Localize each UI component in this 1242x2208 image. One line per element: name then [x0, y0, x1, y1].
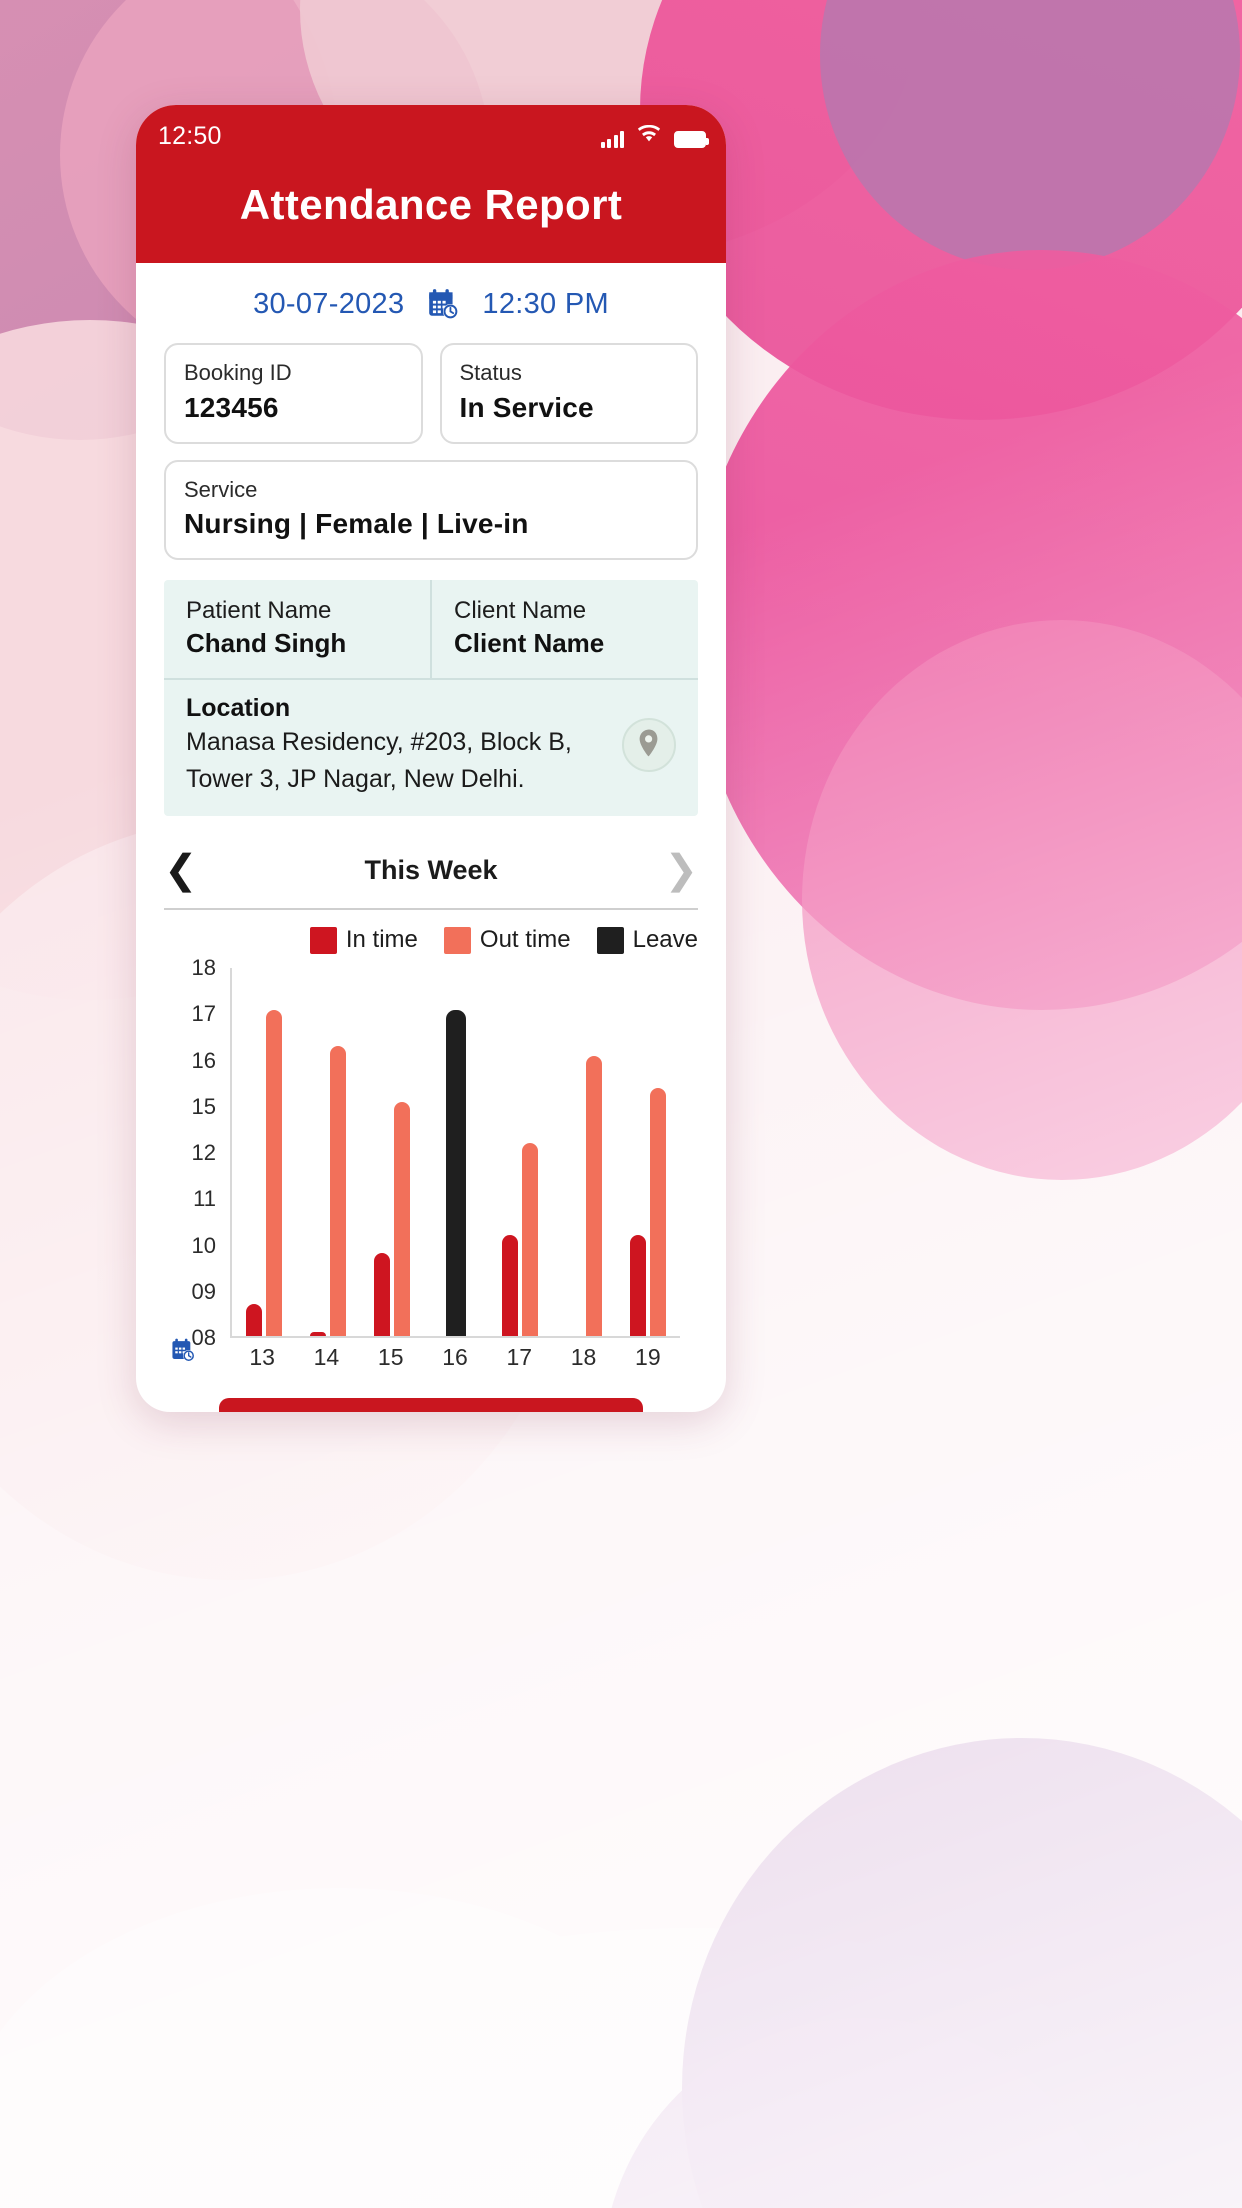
- status-bar: 12:50: [136, 105, 726, 167]
- actions-area: RECORD ATTENDANCE BACK: [164, 1372, 698, 1412]
- chart-bar-out-time: [266, 1009, 282, 1337]
- client-name-cell: Client Name Client Name: [430, 580, 698, 679]
- chart-bar-in-time: [310, 1331, 326, 1337]
- status-value: In Service: [459, 391, 594, 423]
- chart-bar-group: [424, 968, 488, 1337]
- week-label: This Week: [364, 854, 498, 885]
- chart-bar-group: [296, 968, 360, 1337]
- y-axis-tick: 12: [191, 1140, 216, 1166]
- chevron-right-icon[interactable]: ❯: [664, 850, 698, 890]
- legend-swatch: [596, 926, 624, 954]
- wifi-icon: [637, 124, 661, 148]
- status-card: Status In Service: [439, 343, 698, 444]
- page-title: Attendance Report: [239, 181, 623, 228]
- y-axis-tick: 18: [191, 955, 216, 981]
- chart-plot-area: [230, 968, 680, 1339]
- map-pin-icon: [636, 728, 662, 763]
- chart-y-axis: 18 17 16 15 12 11 10 09 08: [164, 955, 216, 1350]
- chart-bar-out-time: [650, 1087, 666, 1337]
- chart-x-axis: 13 14 15 16 17 18 19: [230, 1338, 680, 1372]
- legend-item: Leave: [596, 926, 698, 954]
- legend-swatch: [443, 926, 471, 954]
- signal-bars-icon: [600, 130, 624, 148]
- location-label: Location: [186, 694, 291, 723]
- legend-swatch: [309, 926, 337, 954]
- booking-id-card: Booking ID 123456: [164, 343, 423, 444]
- x-axis-tick: 16: [442, 1344, 468, 1371]
- y-axis-tick: 11: [193, 1186, 216, 1212]
- chart-bar-leave: [446, 1009, 466, 1337]
- record-attendance-button[interactable]: RECORD ATTENDANCE: [218, 1398, 644, 1412]
- phone-screen: 12:50 Attendance Report 30-07-2023 12:30…: [136, 105, 726, 1412]
- report-date: 30-07-2023: [253, 287, 405, 320]
- chart-bar-group: [552, 968, 616, 1337]
- legend-item: In time: [309, 926, 418, 954]
- chevron-left-icon[interactable]: ❮: [164, 850, 198, 890]
- status-bar-time: 12:50: [158, 121, 222, 150]
- summary-cards-row: Booking ID 123456 Status In Service: [164, 343, 698, 444]
- service-value: Nursing | Female | Live-in: [184, 508, 529, 540]
- status-label: Status: [459, 360, 522, 385]
- chart-legend: In time Out time Leave: [164, 910, 698, 962]
- chart-bar-out-time: [586, 1055, 602, 1337]
- chart-bars: [232, 968, 680, 1337]
- legend-label: In time: [345, 926, 418, 954]
- report-time: 12:30 PM: [482, 287, 609, 320]
- patient-name-cell: Patient Name Chand Singh: [164, 580, 430, 678]
- chart-bar-out-time: [522, 1143, 538, 1337]
- y-axis-tick: 15: [191, 1093, 216, 1119]
- map-pin-button[interactable]: [622, 718, 676, 773]
- calendar-clock-icon: [426, 287, 460, 321]
- y-axis-tick: 10: [191, 1232, 216, 1258]
- patient-name-value: Chand Singh: [186, 628, 347, 659]
- battery-full-icon: [674, 130, 709, 148]
- chart-bar-out-time: [394, 1101, 410, 1337]
- chart-bar-out-time: [330, 1046, 346, 1337]
- calendar-clock-icon: [170, 1337, 196, 1368]
- datetime-row: 30-07-2023 12:30 PM: [164, 263, 698, 343]
- service-card: Service Nursing | Female | Live-in: [164, 459, 698, 561]
- app-header: 12:50 Attendance Report: [136, 105, 726, 263]
- x-axis-tick: 17: [506, 1344, 533, 1371]
- x-axis-tick: 19: [635, 1344, 661, 1371]
- legend-label: Out time: [479, 926, 571, 954]
- y-axis-tick: 09: [191, 1278, 216, 1304]
- chart-bar-group: [488, 968, 552, 1337]
- chart-bar-group: [232, 968, 296, 1337]
- location-row: Location Manasa Residency, #203, Block B…: [164, 678, 698, 816]
- location-line-1: Manasa Residency, #203, Block B,: [186, 728, 572, 757]
- chart-bar-in-time: [502, 1235, 518, 1337]
- y-axis-tick: 16: [191, 1047, 216, 1073]
- x-axis-tick: 14: [313, 1344, 340, 1371]
- booking-id-value: 123456: [184, 391, 279, 423]
- attendance-bar-chart: 18 17 16 15 12 11 10 09 08 13 14 15 16 1…: [164, 955, 698, 1372]
- location-line-2: Tower 3, JP Nagar, New Delhi.: [186, 764, 525, 793]
- chart-bar-in-time: [246, 1304, 262, 1337]
- x-axis-tick: 18: [570, 1344, 597, 1371]
- chart-bar-in-time: [374, 1253, 390, 1337]
- service-label: Service: [184, 476, 258, 502]
- legend-item: Out time: [443, 926, 571, 954]
- chart-bar-in-time: [630, 1235, 646, 1337]
- chart-bar-group: [616, 968, 680, 1337]
- chart-bar-group: [360, 968, 424, 1337]
- client-name-value: Client Name: [454, 628, 605, 659]
- booking-id-label: Booking ID: [184, 360, 292, 385]
- patient-name-label: Patient Name: [186, 597, 332, 625]
- y-axis-tick: 17: [191, 1001, 216, 1027]
- legend-label: Leave: [632, 926, 698, 954]
- x-axis-tick: 13: [249, 1344, 275, 1371]
- week-navigation: ❮ This Week ❯: [164, 850, 698, 911]
- client-name-label: Client Name: [454, 597, 587, 625]
- x-axis-tick: 15: [377, 1344, 404, 1371]
- patient-info-block: Patient Name Chand Singh Client Name Cli…: [164, 580, 698, 817]
